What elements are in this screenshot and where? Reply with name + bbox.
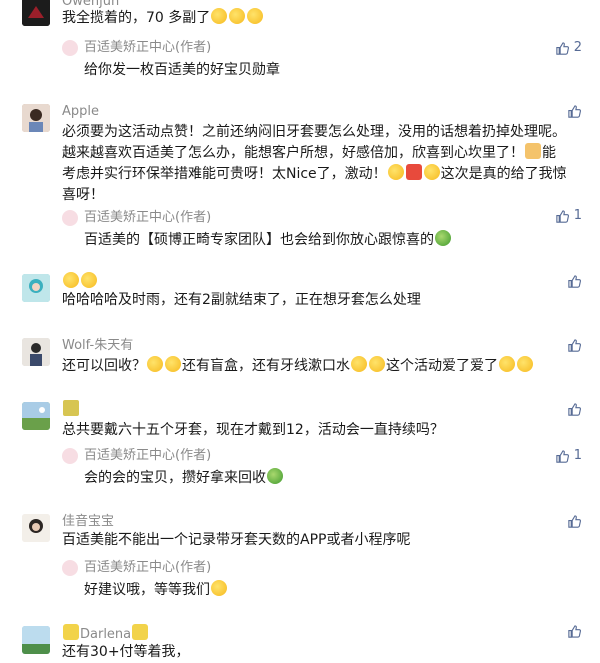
- avatar[interactable]: [22, 514, 50, 542]
- like-button[interactable]: [567, 274, 582, 289]
- like-button[interactable]: [567, 624, 582, 639]
- like-count: 2: [573, 40, 582, 55]
- comment-text: 还可以回收？ 还有盲盒，还有牙线漱口水 这个活动爱了爱了: [62, 356, 582, 377]
- thumbs-up-icon: [556, 41, 569, 55]
- reply-text: 百适美的【硕博正畸专家团队】也会给到你放心跟惊喜的: [84, 230, 452, 251]
- emoji-icon: [63, 400, 79, 416]
- comment-item: Apple 必须要为这活动点赞！之前还纳闷旧牙套要怎么处理，没用的话想着扔掉处理…: [0, 100, 600, 260]
- nickname[interactable]: Apple: [62, 104, 99, 120]
- author-avatar[interactable]: [62, 210, 78, 226]
- yellow-heart-emoji: [63, 624, 79, 640]
- comment-list: Owenjun 我全揽着的，70 多副了 百适美矫正中心(作者) 给你发一枚百适…: [0, 0, 600, 660]
- like-count: 1: [573, 448, 582, 463]
- comment-text: 哈哈哈哈及时雨，还有2副就结束了，正在想牙套怎么处理: [62, 292, 421, 308]
- like-count: 1: [573, 208, 582, 223]
- smile-emoji: [247, 8, 264, 24]
- reply-like-button[interactable]: 1: [555, 208, 582, 224]
- author-name[interactable]: 百适美矫正中心(作者): [84, 210, 211, 226]
- nickname[interactable]: 佳音宝宝: [62, 514, 114, 530]
- comment-item: 总共要戴六十五个牙套，现在才戴到12，活动会一直持续吗？ 百适美矫正中心(作者)…: [0, 398, 600, 498]
- like-button[interactable]: [567, 338, 582, 353]
- emoji-icon: [435, 230, 451, 246]
- thumbs-up-icon: [568, 105, 582, 118]
- cat-emoji: [63, 272, 79, 288]
- reply-text: 会的会的宝贝，攒好拿来回收: [84, 468, 284, 489]
- author-avatar[interactable]: [62, 560, 78, 576]
- nickname[interactable]: [62, 272, 98, 291]
- author-name[interactable]: 百适美矫正中心(作者): [84, 560, 211, 576]
- emoji-icon: [147, 356, 163, 372]
- like-button[interactable]: [567, 104, 582, 119]
- comment-text-line: 喜呀！: [62, 187, 104, 203]
- party-emoji: [423, 164, 440, 180]
- emoji-icon: [369, 356, 385, 372]
- reply-like-button[interactable]: 1: [555, 448, 582, 464]
- thumbs-up-icon: [568, 625, 582, 638]
- thumbs-up-icon: [556, 209, 569, 223]
- thumbs-up-icon: [568, 403, 582, 416]
- smile-emoji: [211, 8, 228, 24]
- grin-emoji: [211, 580, 227, 596]
- nickname[interactable]: [62, 400, 80, 419]
- like-button[interactable]: [567, 514, 582, 529]
- reply-text: 好建议哦，等等我们: [84, 580, 228, 601]
- avatar[interactable]: [22, 626, 50, 654]
- thumbs-up-emoji: [525, 143, 541, 159]
- emoji-icon: [165, 356, 181, 372]
- yellow-heart-emoji: [132, 624, 149, 640]
- reply-like-button[interactable]: 2: [555, 40, 582, 56]
- author-avatar[interactable]: [62, 448, 78, 464]
- emoji-icon: [517, 356, 533, 372]
- avatar[interactable]: [22, 402, 50, 430]
- comment-text: 总共要戴六十五个牙套，现在才戴到12，活动会一直持续吗？: [62, 422, 444, 438]
- author-name[interactable]: 百适美矫正中心(作者): [84, 448, 211, 464]
- thumbs-up-icon: [568, 275, 582, 288]
- comment-item: 哈哈哈哈及时雨，还有2副就结束了，正在想牙套怎么处理: [0, 270, 600, 320]
- comment-item: Wolf-朱天有 还可以回收？ 还有盲盒，还有牙线漱口水 这个活动爱了爱了: [0, 334, 600, 384]
- comment-item: Darlena 还有30+付等着我，: [0, 620, 600, 660]
- victory-emoji: [387, 164, 404, 180]
- recycle-emoji: [267, 468, 283, 484]
- reply-text: 给你发一枚百适美的好宝贝勋章: [84, 62, 280, 78]
- emoji-icon: [499, 356, 515, 372]
- author-name[interactable]: 百适美矫正中心(作者): [84, 40, 211, 56]
- author-avatar[interactable]: [62, 40, 78, 56]
- nickname[interactable]: Darlena: [62, 624, 149, 643]
- smile-emoji: [229, 8, 246, 24]
- comment-item: Owenjun 我全揽着的，70 多副了 百适美矫正中心(作者) 给你发一枚百适…: [0, 0, 600, 84]
- avatar[interactable]: [22, 338, 50, 366]
- comment-text: 百适美能不能出一个记录带牙套天数的APP或者小程序呢: [62, 532, 411, 548]
- comment-text-line: 必须要为这活动点赞！之前还纳闷旧牙套要怎么处理，没用的话想着扔掉处理呢。: [62, 124, 566, 140]
- thumbs-up-icon: [568, 515, 582, 528]
- avatar[interactable]: [22, 274, 50, 302]
- comment-item: 佳音宝宝 百适美能不能出一个记录带牙套天数的APP或者小程序呢 百适美矫正中心(…: [0, 510, 600, 610]
- nickname[interactable]: Wolf-朱天有: [62, 338, 133, 354]
- thumbs-up-icon: [568, 339, 582, 352]
- comment-text-line: 考虑并实行环保举措难能可贵呀！太Nice了，激动！ 这次是真的给了我惊: [62, 164, 567, 182]
- comment-text: 我全揽着的，70 多副了: [62, 8, 582, 29]
- thumbs-up-icon: [556, 449, 569, 463]
- emoji-icon: [351, 356, 367, 372]
- heart-emoji: [405, 164, 422, 180]
- like-button[interactable]: [567, 402, 582, 417]
- comment-text-line: 越来越喜欢百适美了怎么办，能想客户所想，好感倍加，欣喜到心坎里了！能: [62, 143, 556, 161]
- avatar[interactable]: [22, 0, 50, 26]
- cat-emoji: [81, 272, 97, 288]
- avatar[interactable]: [22, 104, 50, 132]
